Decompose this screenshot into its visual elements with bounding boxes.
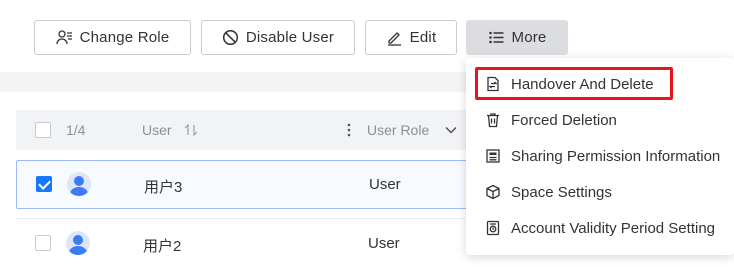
menu-item-account-validity-period-setting[interactable]: Account Validity Period Setting — [466, 210, 734, 246]
user-settings-icon — [55, 30, 72, 45]
chevron-down-icon[interactable] — [444, 124, 458, 136]
sort-icon[interactable] — [184, 123, 200, 137]
more-label: More — [511, 29, 547, 46]
ban-icon — [222, 29, 238, 46]
user-name: 用户2 — [143, 238, 182, 255]
highlight-annotation — [475, 67, 673, 100]
avatar — [66, 231, 90, 255]
more-button[interactable]: More — [466, 20, 568, 55]
menu-item-label: Account Validity Period Setting — [511, 219, 716, 237]
cube-icon — [486, 184, 500, 200]
column-resize-handle-icon[interactable] — [346, 122, 352, 138]
user-role: User — [369, 176, 401, 193]
document-list-icon — [486, 149, 500, 163]
menu-item-sharing-permission-information[interactable]: Sharing Permission Information — [466, 138, 734, 174]
menu-item-forced-deletion[interactable]: Forced Deletion — [466, 102, 734, 138]
change-role-label: Change Role — [79, 29, 170, 46]
edit-label: Edit — [409, 29, 437, 46]
change-role-button[interactable]: Change Role — [34, 20, 191, 55]
pencil-icon — [387, 32, 401, 46]
user-name: 用户3 — [144, 179, 183, 196]
selection-count: 1/4 — [66, 122, 86, 138]
column-header-user-role[interactable]: User Role — [367, 122, 429, 138]
trash-icon — [487, 113, 499, 128]
menu-item-label: Space Settings — [511, 183, 612, 201]
row-checkbox[interactable] — [36, 176, 52, 192]
clock-card-icon — [486, 220, 500, 236]
disable-user-label: Disable User — [245, 29, 335, 46]
avatar — [67, 172, 91, 196]
menu-item-space-settings[interactable]: Space Settings — [466, 174, 734, 210]
menu-item-label: Forced Deletion — [511, 111, 617, 129]
edit-button[interactable]: Edit — [365, 20, 457, 55]
column-header-user[interactable]: User — [142, 122, 172, 138]
row-checkbox[interactable] — [35, 235, 51, 251]
disable-user-button[interactable]: Disable User — [201, 20, 355, 55]
select-all-checkbox[interactable] — [35, 122, 51, 138]
list-icon — [488, 31, 503, 44]
menu-item-label: Sharing Permission Information — [511, 147, 721, 165]
user-role: User — [368, 235, 400, 252]
